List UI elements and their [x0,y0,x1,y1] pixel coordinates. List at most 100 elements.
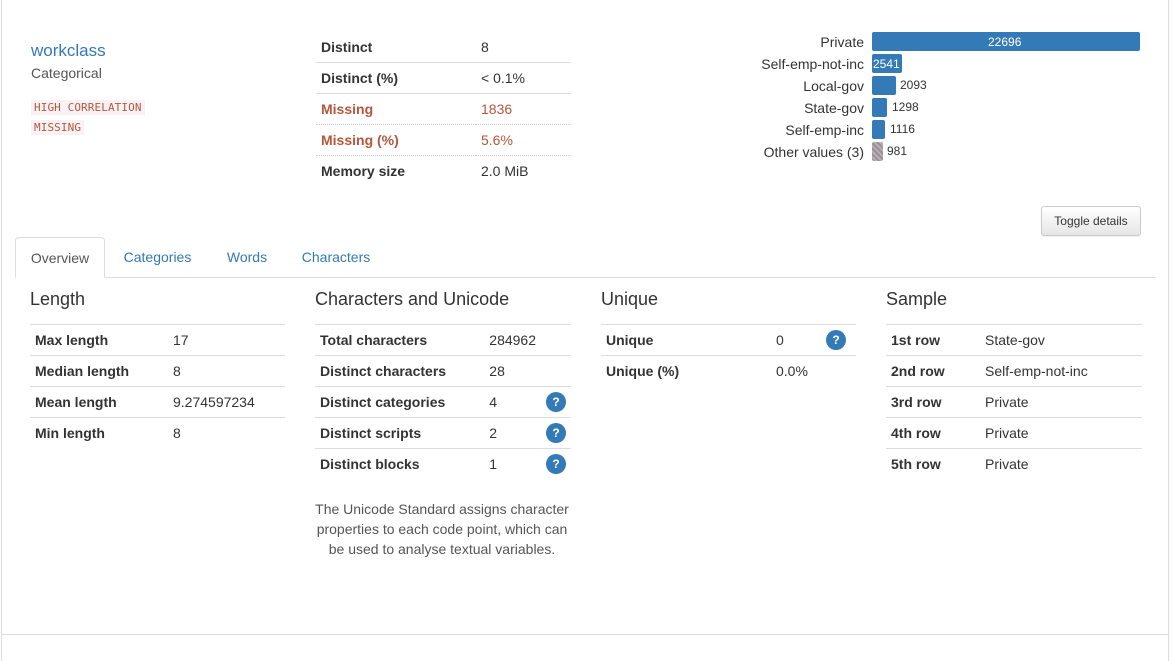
help-icon[interactable]: ? [826,330,846,350]
table-row: Missing (%) 5.6% [316,124,571,156]
table-row: Distinct scripts 2? [315,417,571,449]
table-row: 2nd row Self-emp-not-inc [886,355,1142,387]
row-value: 0.0% [771,355,821,386]
variable-name-link[interactable]: workclass [31,41,106,61]
summary-label: Memory size [316,155,476,186]
bar-label: Local-gov [803,78,864,94]
summary-table: Distinct 8 Distinct (%) < 0.1% Missing 1836… [316,32,571,186]
row-label: Mean length [30,386,168,418]
bar-value: 981 [887,144,908,158]
bar-label: Other values (3) [763,144,864,160]
help-icon[interactable]: ? [546,392,566,412]
help-icon[interactable]: ? [546,454,566,474]
summary-value: 8 [481,39,489,55]
sample-title: Sample [886,289,948,309]
row-value: 0 [771,324,821,356]
row-value: 28 [484,355,541,387]
summary-value: 1836 [476,93,571,125]
bar [872,76,896,95]
row-value: 8 [168,417,285,448]
bar-other-values [872,142,883,161]
bar-value: 2093 [900,78,927,92]
row-value: 8 [168,355,285,387]
tab-categories[interactable]: Categories [110,237,205,277]
table-row: Missing 1836 [316,93,571,125]
row-label: Distinct characters [315,355,485,387]
row-value: 1 [484,448,541,479]
table-row: Median length 8 [30,355,285,387]
variable-type: Categorical [31,65,102,81]
table-row: Unique (%) 0.0% [601,355,856,386]
table-row: Distinct 8 [316,32,571,63]
tab-words[interactable]: Words [212,237,282,277]
tab-characters[interactable]: Characters [290,237,382,277]
bar-label: Self-emp-not-inc [761,56,864,72]
row-value: State-gov [980,324,1142,356]
alert-high-correlation: HIGH CORRELATION [31,100,145,115]
row-label: 5th row [886,448,980,479]
table-row: Memory size 2.0 MiB [316,155,571,186]
row-label: Unique [601,324,771,356]
tab-divider [15,277,1156,278]
row-label: Max length [30,324,168,356]
row-label: 1st row [886,324,980,356]
row-label: Distinct categories [315,386,485,418]
table-row: Distinct blocks 1? [315,448,571,479]
summary-label: Missing [316,93,476,125]
unicode-title: Characters and Unicode [315,289,510,309]
table-row: Max length 17 [30,324,285,356]
bar-value: 22696 [988,35,1022,49]
row-value: Private [980,386,1142,418]
row-value: 17 [168,324,285,356]
row-value: Private [980,417,1142,449]
tab-overview[interactable]: Overview [15,237,105,278]
summary-label: Missing (%) [316,124,476,156]
table-row: Min length 8 [30,417,285,448]
table-row: 4th row Private [886,417,1142,449]
bar-value: 1298 [892,100,919,114]
row-label: Unique (%) [601,355,771,386]
table-row: Distinct characters 28 [315,355,571,387]
row-label: Median length [30,355,168,387]
row-label: Total characters [315,324,485,356]
bar-value: 1116 [890,122,915,136]
table-row: Distinct categories 4? [315,386,571,418]
unique-table: Unique 0? Unique (%) 0.0% [601,324,856,386]
length-title: Length [30,289,86,309]
unique-title: Unique [601,289,659,309]
table-row: Distinct (%) < 0.1% [316,62,571,94]
length-table: Max length 17 Median length 8 Mean length 9… [30,324,285,448]
row-value: Private [980,448,1142,479]
alert-missing: MISSING [31,120,85,135]
summary-label: Distinct (%) [316,62,476,94]
row-value: 284962 [484,324,541,356]
help-icon[interactable]: ? [546,423,566,443]
row-label: Distinct blocks [315,448,485,479]
summary-value: 5.6% [476,124,571,156]
panel-bottom-divider [1,634,1169,635]
summary-value: < 0.1% [476,62,571,94]
summary-label: Distinct [321,39,373,55]
unicode-note: The Unicode Standard assigns character p… [315,501,569,557]
bar-label: Private [820,34,864,50]
row-value: 2 [484,417,541,449]
row-value: 4 [484,386,541,418]
row-label: Min length [30,417,168,448]
unicode-table: Total characters 284962 Distinct characte… [315,324,571,479]
row-label: Distinct scripts [315,417,485,449]
bar-label: State-gov [804,100,864,116]
bar-label: Self-emp-inc [785,122,864,138]
row-value: 9.274597234 [168,386,285,418]
table-row: Total characters 284962 [315,324,571,356]
table-row: 3rd row Private [886,386,1142,418]
sample-table: 1st row State-gov 2nd row Self-emp-not-inc… [886,324,1142,479]
table-row: 1st row State-gov [886,324,1142,356]
table-row: Mean length 9.274597234 [30,386,285,418]
table-row: Unique 0? [601,324,856,356]
row-label: 4th row [886,417,980,449]
summary-value: 2.0 MiB [476,155,571,186]
row-label: 2nd row [886,355,980,387]
toggle-details-button[interactable]: Toggle details [1041,206,1141,236]
bar [872,98,887,117]
row-value: Self-emp-not-inc [980,355,1142,387]
